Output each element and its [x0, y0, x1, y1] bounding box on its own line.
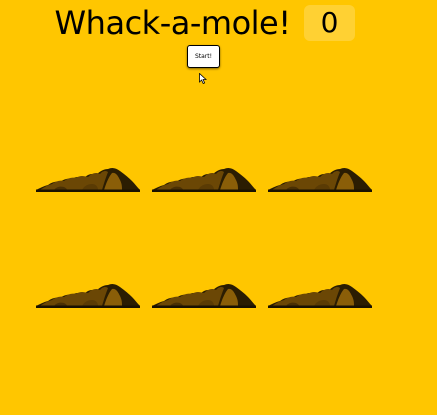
dirt-mound-icon: [36, 283, 140, 308]
hole-5[interactable]: [152, 282, 256, 308]
hole-3[interactable]: [268, 166, 372, 192]
hole-6[interactable]: [268, 282, 372, 308]
start-button[interactable]: Start!: [187, 45, 220, 68]
dirt-mound-icon: [152, 283, 256, 308]
hole-2[interactable]: [152, 166, 256, 192]
hole-4[interactable]: [36, 282, 140, 308]
dirt-mound-icon: [152, 167, 256, 192]
dirt-mound-icon: [36, 167, 140, 192]
score-display: 0: [303, 5, 356, 41]
header: Whack-a-mole! 0: [0, 4, 410, 42]
dirt-mound-icon: [268, 283, 372, 308]
hole-1[interactable]: [36, 166, 140, 192]
dirt-mound-icon: [268, 167, 372, 192]
game-title: Whack-a-mole!: [54, 4, 292, 42]
mouse-cursor-icon: [199, 73, 207, 84]
